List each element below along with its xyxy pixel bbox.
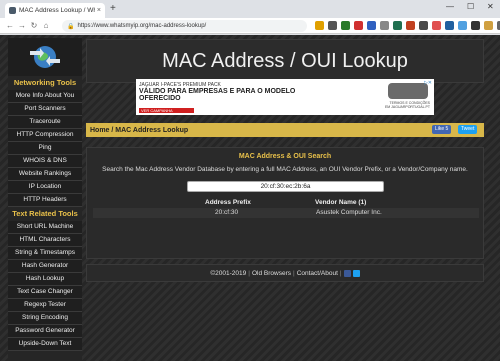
sidebar-item-text-1[interactable]: HTML Characters xyxy=(8,234,82,247)
contact-link[interactable]: Contact/About xyxy=(297,270,338,277)
star-icon[interactable] xyxy=(315,21,324,30)
sidebar-item-networking-6[interactable]: Website Rankings xyxy=(8,168,82,181)
address-bar[interactable]: 🔒 https://www.whatsmyip.org/mac-address-… xyxy=(62,20,307,32)
extension-icon[interactable] xyxy=(393,21,402,30)
window-close-button[interactable]: ✕ xyxy=(487,2,494,11)
site-favicon-icon xyxy=(9,7,16,14)
sidebar-item-networking-3[interactable]: HTTP Compression xyxy=(8,129,82,142)
sidebar-item-text-2[interactable]: String & Timestamps xyxy=(8,247,82,260)
sidebar-item-networking-2[interactable]: Traceroute xyxy=(8,116,82,129)
separator: | xyxy=(292,269,295,277)
footer: ©2001-2019 | Old Browsers | Contact/Abou… xyxy=(86,264,484,282)
sidebar-item-text-0[interactable]: Short URL Machine xyxy=(8,221,82,234)
facebook-like-button[interactable]: Like 5 xyxy=(432,125,452,134)
globe-arrows-icon xyxy=(30,46,60,68)
browser-tabbar: MAC Address Lookup / WhatsM × + — ☐ ✕ xyxy=(0,0,500,18)
extension-icon[interactable] xyxy=(484,21,493,30)
sidebar-item-networking-7[interactable]: IP Location xyxy=(8,181,82,194)
forward-icon[interactable]: → xyxy=(16,21,28,30)
sidebar-item-networking-0[interactable]: More Info About You xyxy=(8,90,82,103)
adchoices-icon[interactable]: ▷✕ xyxy=(424,80,432,86)
table-row xyxy=(93,208,479,218)
back-icon[interactable]: ← xyxy=(4,21,16,30)
breadcrumb: Home / MAC Address Lookup Like 5 Tweet xyxy=(86,123,484,137)
maximize-button[interactable]: ☐ xyxy=(467,2,474,11)
extension-icon[interactable] xyxy=(471,21,480,30)
facebook-icon[interactable] xyxy=(343,269,351,277)
sidebar-item-networking-1[interactable]: Port Scanners xyxy=(8,103,82,116)
twitter-icon[interactable] xyxy=(352,269,360,277)
result-vendor: Asustek Computer Inc. xyxy=(316,209,382,216)
home-icon[interactable]: ⌂ xyxy=(40,21,52,30)
networking-tools-list: More Info About You Port Scanners Tracerou… xyxy=(8,90,82,207)
site-logo[interactable] xyxy=(8,38,82,76)
extension-icon[interactable] xyxy=(354,21,363,30)
sidebar: Networking Tools More Info About You Port… xyxy=(8,38,82,361)
extension-icon[interactable] xyxy=(328,21,337,30)
extension-icon[interactable] xyxy=(367,21,376,30)
sidebar-item-text-4[interactable]: Hash Lookup xyxy=(8,273,82,286)
sidebar-item-networking-4[interactable]: Ping xyxy=(8,142,82,155)
tweet-button[interactable]: Tweet xyxy=(458,125,478,134)
ad-terms: TERMOS E CONDIÇÕES EM JAGUARPORTUGAL.PT xyxy=(384,101,430,109)
extension-icon[interactable] xyxy=(445,21,454,30)
sidebar-item-text-7[interactable]: String Encoding xyxy=(8,312,82,325)
car-image xyxy=(388,83,428,99)
sidebar-item-text-5[interactable]: Text Case Changer xyxy=(8,286,82,299)
new-tab-button[interactable]: + xyxy=(110,3,116,15)
breadcrumb-text[interactable]: Home / MAC Address Lookup xyxy=(90,127,188,134)
text-tools-heading: Text Related Tools xyxy=(12,209,78,218)
minimize-button[interactable]: — xyxy=(446,2,454,11)
sidebar-item-text-8[interactable]: Password Generator xyxy=(8,325,82,338)
sidebar-item-text-3[interactable]: Hash Generator xyxy=(8,260,82,273)
extension-icon[interactable] xyxy=(380,21,389,30)
extension-icon[interactable] xyxy=(419,21,428,30)
sidebar-item-text-9[interactable]: Upside-Down Text xyxy=(8,338,82,351)
ad-cta-button[interactable]: VER CAMPANHA xyxy=(139,108,194,113)
extension-icon[interactable] xyxy=(432,21,441,30)
extension-icons xyxy=(315,21,500,30)
lookup-heading: MAC Address & OUI Search xyxy=(238,153,332,160)
column-header-prefix: Address Prefix xyxy=(205,199,251,206)
tab-title: MAC Address Lookup / WhatsM xyxy=(19,7,95,14)
url-text: https://www.whatsmyip.org/mac-address-lo… xyxy=(77,23,207,29)
copyright-text: ©2001-2019 xyxy=(210,269,247,277)
column-header-vendor: Vendor Name (1) xyxy=(315,199,367,206)
lookup-description: Search the Mac Address Vendor Database b… xyxy=(102,166,468,173)
sidebar-item-text-6[interactable]: Regexp Tester xyxy=(8,299,82,312)
page-title: MAC Address / OUI Lookup xyxy=(86,39,484,83)
browser-toolbar: ← → ↻ ⌂ 🔒 https://www.whatsmyip.org/mac-… xyxy=(0,18,500,34)
separator: | xyxy=(248,269,250,277)
text-tools-list: Short URL Machine HTML Characters String &… xyxy=(8,221,82,351)
old-browsers-link[interactable]: Old Browsers xyxy=(252,270,291,277)
extension-icon[interactable] xyxy=(406,21,415,30)
sidebar-item-networking-5[interactable]: WHOIS & DNS xyxy=(8,155,82,168)
browser-tab[interactable]: MAC Address Lookup / WhatsM × xyxy=(5,3,105,18)
extension-icon[interactable] xyxy=(458,21,467,30)
reload-icon[interactable]: ↻ xyxy=(28,21,40,30)
extension-icon[interactable] xyxy=(341,21,350,30)
advertisement-banner[interactable]: JAGUAR I-PACE'S PREMIUM PACK VÁLIDO PARA… xyxy=(136,79,434,115)
tab-close-icon[interactable]: × xyxy=(97,7,101,14)
result-prefix: 20:cf:30 xyxy=(215,209,239,216)
lock-icon: 🔒 xyxy=(67,23,75,30)
sidebar-item-networking-8[interactable]: HTTP Headers xyxy=(8,194,82,207)
separator: | xyxy=(339,269,342,277)
networking-tools-heading: Networking Tools xyxy=(13,78,77,87)
mac-search-input[interactable] xyxy=(187,181,384,192)
ad-line2: VÁLIDO PARA EMPRESAS E PARA O MODELO OFE… xyxy=(139,88,296,102)
page: Networking Tools More Info About You Port… xyxy=(0,35,500,361)
lookup-panel: MAC Address & OUI Search Search the Mac … xyxy=(86,147,484,259)
